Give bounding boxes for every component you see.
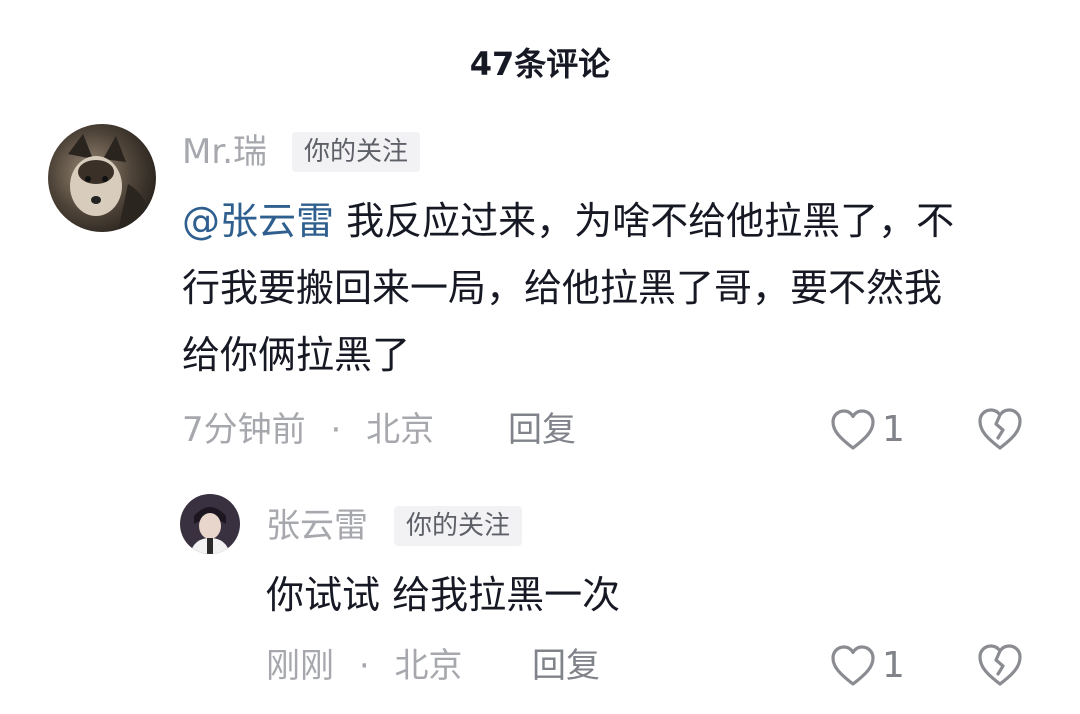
meta-separator: · <box>358 646 370 686</box>
like-count: 1 <box>882 645 905 686</box>
like-count: 1 <box>882 409 905 450</box>
comment-location: 北京 <box>366 410 435 450</box>
comment-time: 刚刚 <box>266 646 334 686</box>
follow-badge: 你的关注 <box>394 506 523 546</box>
heart-outline-icon <box>831 645 875 686</box>
comment-meta: 7分钟前 · 北京 <box>182 410 434 450</box>
follow-badge: 你的关注 <box>292 132 421 172</box>
comment-username[interactable]: 张云雷 <box>266 506 368 546</box>
avatar[interactable] <box>48 124 156 232</box>
meta-separator: · <box>330 410 342 450</box>
broken-heart-icon <box>978 644 1022 686</box>
avatar[interactable] <box>180 494 240 554</box>
reply-button[interactable]: 回复 <box>508 410 576 450</box>
heart-outline-icon <box>831 409 875 450</box>
reply-button[interactable]: 回复 <box>532 646 600 686</box>
comment-username[interactable]: Mr.瑞 <box>182 132 267 172</box>
like-button[interactable]: 1 <box>830 642 905 690</box>
comment-text: 你试试 给我拉黑一次 <box>266 573 621 617</box>
dislike-button[interactable] <box>976 406 1024 454</box>
comment-location: 北京 <box>394 646 463 686</box>
broken-heart-icon <box>978 408 1022 450</box>
mention-link[interactable]: @张云雷 <box>182 199 334 243</box>
comments-header: 47条评论 <box>469 45 611 83</box>
comment-time: 7分钟前 <box>182 410 306 450</box>
comment-meta: 刚刚 · 北京 <box>266 646 462 686</box>
comment-text: @张云雷 我反应过来，为啥不给他拉黑了，不行我要搬回来一局，给他拉黑了哥，要不然… <box>182 188 972 389</box>
dislike-button[interactable] <box>976 642 1024 690</box>
like-button[interactable]: 1 <box>830 406 905 454</box>
